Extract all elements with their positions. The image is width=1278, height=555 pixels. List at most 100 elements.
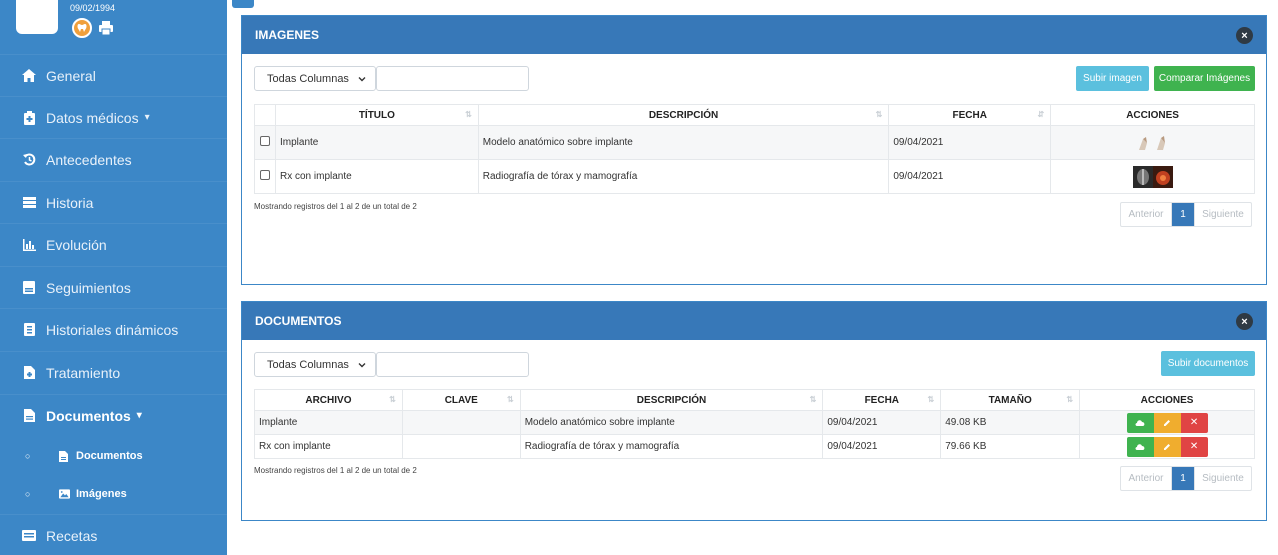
table-row: Implante Modelo anatómico sobre implante… xyxy=(254,410,1255,435)
sort-icon: ⇅ xyxy=(1066,395,1074,404)
document-date: 09/04/2021 xyxy=(822,410,942,435)
image-date: 09/04/2021 xyxy=(888,159,1052,194)
close-icon[interactable]: × xyxy=(1236,313,1253,330)
column-header-description[interactable]: DESCRIPCIÓN ⇅ xyxy=(519,389,824,411)
document-size: 49.08 KB xyxy=(940,410,1081,435)
pagination: Anterior 1 Siguiente xyxy=(1120,202,1252,227)
row-actions: ✕ xyxy=(1126,412,1208,433)
sort-icon: ⇅ xyxy=(875,110,883,119)
sort-asc-icon: ⇅ xyxy=(389,395,396,404)
page-1-button[interactable]: 1 xyxy=(1172,203,1194,226)
sidebar-item-historiales-dinamicos[interactable]: Historiales dinámicos xyxy=(0,308,227,350)
column-header-date[interactable]: FECHA ⇵ xyxy=(888,104,1052,126)
download-icon[interactable] xyxy=(1126,412,1154,433)
pagination: Anterior 1 Siguiente xyxy=(1120,466,1252,491)
column-header-key[interactable]: CLAVE ⇅ xyxy=(401,389,521,411)
sidebar-item-recetas[interactable]: Recetas xyxy=(0,514,227,555)
column-header-description[interactable]: DESCRIPCIÓN ⇅ xyxy=(477,104,890,126)
delete-icon[interactable]: ✕ xyxy=(1180,436,1208,457)
sidebar-item-label: General xyxy=(46,67,96,84)
sidebar-item-label: Historiales dinámicos xyxy=(46,321,179,338)
image-thumbnail[interactable] xyxy=(1132,165,1173,188)
toggle-sidebar-button[interactable] xyxy=(232,0,254,8)
print-icon[interactable] xyxy=(96,18,116,38)
images-table: TÍTULO ⇅ DESCRIPCIÓN ⇅ FECHA ⇵ ACCIONES Imp… xyxy=(254,104,1255,194)
sidebar-subitem-documentos[interactable]: ○ Documentos xyxy=(0,437,227,475)
search-input[interactable] xyxy=(376,66,529,91)
sort-desc-icon: ⇵ xyxy=(1037,110,1045,119)
table-info: Mostrando registros del 1 al 2 de un tot… xyxy=(254,466,417,475)
sidebar-subitem-label: Imágenes xyxy=(76,488,127,500)
chevron-down-icon xyxy=(358,77,366,82)
sidebar-item-general[interactable]: General xyxy=(0,54,227,96)
sidebar-item-label: Documentos xyxy=(46,407,131,424)
edit-icon[interactable] xyxy=(1153,412,1181,433)
sort-icon: ⇅ xyxy=(507,395,514,404)
briefcase-medical-icon xyxy=(22,110,36,125)
previous-page-button[interactable]: Anterior xyxy=(1121,467,1172,490)
column-filter-select[interactable]: Todas Columnas xyxy=(254,352,376,377)
panel-title: DOCUMENTOS xyxy=(255,314,342,328)
close-icon[interactable]: × xyxy=(1236,27,1253,44)
sidebar-subitem-imagenes[interactable]: ○ Imágenes xyxy=(0,475,227,513)
sidebar-subitem-label: Documentos xyxy=(76,450,143,462)
documents-panel-header: DOCUMENTOS × xyxy=(242,302,1266,340)
patient-dob: 09/02/1994 xyxy=(70,3,116,13)
sidebar-item-historia[interactable]: Historia xyxy=(0,181,227,223)
caret-down-icon: ▾ xyxy=(136,410,142,421)
upload-documents-button[interactable]: Subir documentos xyxy=(1161,351,1255,376)
sidebar-item-tratamiento[interactable]: Tratamiento xyxy=(0,351,227,393)
table-row: Implante Modelo anatómico sobre implante… xyxy=(254,125,1255,160)
avatar[interactable] xyxy=(16,0,58,34)
sidebar-item-seguimientos[interactable]: Seguimientos xyxy=(0,266,227,308)
bullet-icon: ○ xyxy=(25,489,31,499)
tooth-icon[interactable] xyxy=(72,18,92,38)
sidebar-item-evolucion[interactable]: Evolución xyxy=(0,223,227,265)
document-description: Radiografía de tórax y mamografía xyxy=(519,434,824,459)
column-header-title[interactable]: TÍTULO ⇅ xyxy=(274,104,479,126)
edit-icon[interactable] xyxy=(1153,436,1181,457)
image-title: Rx con implante xyxy=(274,159,479,194)
document-description: Modelo anatómico sobre implante xyxy=(519,410,824,435)
delete-icon[interactable]: ✕ xyxy=(1180,412,1208,433)
column-filter-select[interactable]: Todas Columnas xyxy=(254,66,376,91)
image-thumbnail[interactable] xyxy=(1132,132,1173,153)
images-panel-header: IMAGENES × xyxy=(242,16,1266,54)
upload-image-button[interactable]: Subir imagen xyxy=(1076,66,1149,91)
sidebar-item-label: Seguimientos xyxy=(46,279,131,296)
document-file: Rx con implante xyxy=(254,434,403,459)
page-1-button[interactable]: 1 xyxy=(1172,467,1194,490)
file-icon xyxy=(22,323,36,337)
sidebar-item-label: Tratamiento xyxy=(46,364,121,381)
sidebar-item-documentos[interactable]: Documentos ▾ xyxy=(0,394,227,436)
document-file: Implante xyxy=(254,410,403,435)
image-title: Implante xyxy=(274,125,479,160)
sidebar-item-label: Historia xyxy=(46,194,94,211)
row-checkbox[interactable] xyxy=(259,136,270,146)
sidebar-item-datos-medicos[interactable]: Datos médicos ▾ xyxy=(0,96,227,138)
receipt-icon xyxy=(22,529,36,543)
next-page-button[interactable]: Siguiente xyxy=(1194,203,1251,226)
sidebar-item-antecedentes[interactable]: Antecedentes xyxy=(0,138,227,180)
home-icon xyxy=(22,69,36,83)
download-icon[interactable] xyxy=(1126,436,1154,457)
file-medical-icon xyxy=(22,366,36,380)
row-actions: ✕ xyxy=(1126,436,1208,457)
column-header-date[interactable]: FECHA ⇅ xyxy=(822,389,942,411)
column-header-file[interactable]: ARCHIVO ⇅ xyxy=(254,389,403,411)
table-row: Rx con implante Radiografía de tórax y m… xyxy=(254,434,1255,459)
search-input[interactable] xyxy=(376,352,529,377)
document-key xyxy=(401,434,521,459)
document-date: 09/04/2021 xyxy=(822,434,942,459)
sort-icon: ⇅ xyxy=(809,395,817,404)
next-page-button[interactable]: Siguiente xyxy=(1194,467,1251,490)
image-icon xyxy=(59,488,70,500)
previous-page-button[interactable]: Anterior xyxy=(1121,203,1172,226)
column-header-size[interactable]: TAMAÑO ⇅ xyxy=(940,389,1081,411)
caret-down-icon: ▾ xyxy=(144,112,150,123)
sort-icon: ⇅ xyxy=(927,395,935,404)
row-checkbox[interactable] xyxy=(259,170,270,180)
table-row: Rx con implante Radiografía de tórax y m… xyxy=(254,159,1255,194)
clipboard-icon xyxy=(22,281,36,295)
compare-images-button[interactable]: Comparar Imágenes xyxy=(1154,66,1255,91)
